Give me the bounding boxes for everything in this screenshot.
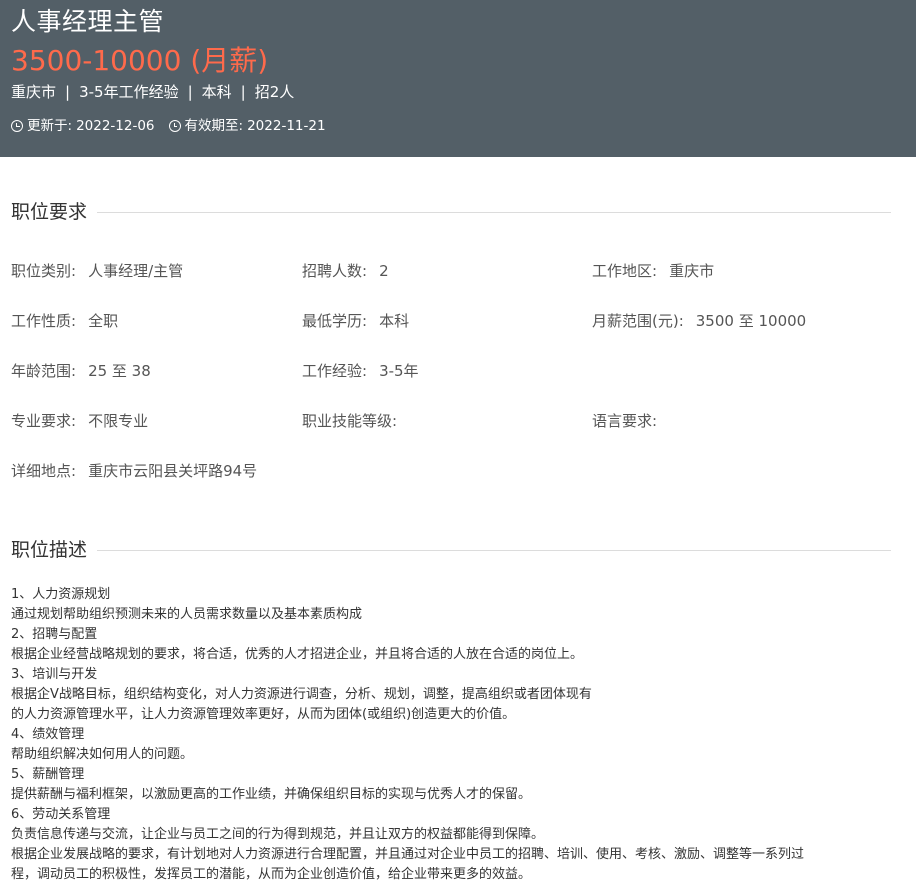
description-line: 的人力资源管理水平，让人力资源管理效率更好，从而为团体(或组织)创造更大的价值。	[11, 707, 516, 722]
field-work-area: 工作地区: 重庆市	[592, 260, 714, 282]
field-age-range: 年龄范围: 25 至 38	[11, 360, 151, 382]
updated-label: 更新于:	[27, 118, 73, 134]
salary-range: 3500-10000 (月薪)	[11, 44, 269, 77]
field-value: 全职	[88, 312, 119, 330]
job-description: 1、人力资源规划 通过规划帮助组织预测未来的人员需求数量以及基本素质构成 2、招…	[11, 585, 901, 885]
description-line: 提供薪酬与福利框架，以激励更高的工作业绩，并确保组织目标的实现与优秀人才的保留。	[11, 787, 532, 802]
field-salary-range: 月薪范围(元): 3500 至 10000	[592, 310, 806, 332]
meta-openings: 招2人	[254, 83, 295, 101]
description-line: 2、招聘与配置	[11, 627, 98, 642]
meta-city: 重庆市	[11, 83, 57, 101]
field-value: 重庆市云阳县关坪路94号	[88, 462, 258, 480]
field-value: 重庆市	[669, 262, 715, 280]
field-label: 月薪范围(元):	[592, 312, 684, 330]
field-language: 语言要求:	[592, 410, 669, 432]
field-value: 3500 至 10000	[695, 312, 807, 330]
description-line: 根据企V战略目标，组织结构变化，对人力资源进行调查，分析、规划，调整，提高组织或…	[11, 687, 592, 702]
field-label: 工作性质:	[11, 312, 77, 330]
field-category: 职位类别: 人事经理/主管	[11, 260, 183, 282]
updated-value: 2022-12-06	[76, 118, 155, 134]
field-value: 人事经理/主管	[88, 262, 184, 280]
job-header: 人事经理主管 3500-10000 (月薪) 重庆市 | 3-5年工作经验 | 本科 | 招…	[0, 0, 916, 157]
field-label: 年龄范围:	[11, 362, 77, 380]
field-value: 25 至 38	[88, 362, 151, 380]
meta-separator: |	[65, 83, 71, 101]
field-address: 详细地点: 重庆市云阳县关坪路94号	[11, 460, 257, 482]
valid-label: 有效期至:	[184, 118, 244, 134]
clock-icon	[11, 120, 23, 132]
field-value: 不限专业	[88, 412, 149, 430]
meta-separator: |	[187, 83, 193, 101]
section-divider	[97, 549, 891, 551]
field-label: 工作经验:	[302, 362, 368, 380]
description-line: 根据企业发展战略的要求，有计划地对人力资源进行合理配置，并且通过对企业中员工的招…	[11, 847, 805, 862]
job-meta: 重庆市 | 3-5年工作经验 | 本科 | 招2人	[11, 81, 294, 103]
field-value: 本科	[379, 312, 410, 330]
field-value: 2	[379, 262, 389, 280]
job-title: 人事经理主管	[11, 7, 165, 36]
field-label: 招聘人数:	[302, 262, 368, 280]
description-line: 3、培训与开发	[11, 667, 98, 682]
description-section-header: 职位描述	[11, 535, 891, 565]
field-min-education: 最低学历: 本科	[302, 310, 409, 332]
field-label: 职位类别:	[11, 262, 77, 280]
requirements-section-header: 职位要求	[11, 197, 891, 227]
description-line: 5、薪酬管理	[11, 767, 85, 782]
description-line: 负责信息传递与交流，让企业与员工之间的行为得到规范，并且让双方的权益都能得到保障…	[11, 827, 545, 842]
description-line: 通过规划帮助组织预测未来的人员需求数量以及基本素质构成	[11, 607, 363, 622]
requirements-title: 职位要求	[11, 201, 88, 223]
field-experience: 工作经验: 3-5年	[302, 360, 419, 382]
field-headcount: 招聘人数: 2	[302, 260, 389, 282]
job-dates: 更新于: 2022-12-06 有效期至: 2022-11-21	[11, 116, 340, 136]
field-label: 语言要求:	[592, 412, 658, 430]
field-major: 专业要求: 不限专业	[11, 410, 148, 432]
clock-icon	[168, 120, 181, 132]
section-divider	[97, 211, 891, 213]
field-label: 工作地区:	[592, 262, 658, 280]
field-label: 职业技能等级:	[302, 412, 398, 430]
field-label: 最低学历:	[302, 312, 368, 330]
field-value: 3-5年	[379, 362, 419, 380]
meta-separator: |	[240, 83, 246, 101]
meta-experience: 3-5年工作经验	[79, 83, 179, 101]
valid-date: 有效期至: 2022-11-21	[168, 116, 326, 136]
field-skill-level: 职业技能等级:	[302, 410, 409, 432]
description-line: 4、绩效管理	[11, 727, 85, 742]
description-line: 6、劳动关系管理	[11, 807, 111, 822]
description-line: 根据企业经营战略规划的要求，将合适，优秀的人才招进企业，并且将合适的人放在合适的…	[11, 647, 584, 662]
field-label: 详细地点:	[11, 462, 77, 480]
updated-date: 更新于: 2022-12-06	[11, 116, 155, 136]
description-line: 程，调动员工的积极性，发挥员工的潜能，从而为企业创造价值，给企业带来更多的效益。	[11, 867, 532, 882]
field-job-type: 工作性质: 全职	[11, 310, 118, 332]
meta-education: 本科	[201, 83, 232, 101]
field-label: 专业要求:	[11, 412, 77, 430]
description-line: 帮助组织解决如何用人的问题。	[11, 747, 194, 762]
description-title: 职位描述	[11, 539, 88, 561]
valid-value: 2022-11-21	[247, 118, 326, 134]
description-line: 1、人力资源规划	[11, 587, 111, 602]
